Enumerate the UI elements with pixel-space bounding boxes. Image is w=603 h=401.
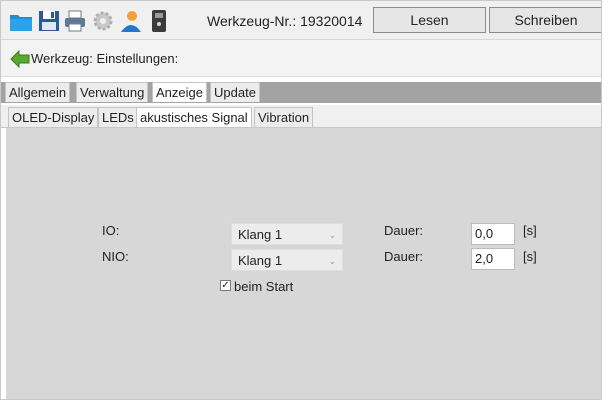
tab-vibration[interactable]: Vibration [254, 107, 314, 127]
app-window: Werkzeug-Nr.: 19320014 Lesen Schreiben W… [0, 0, 602, 400]
main-tab-bar: Allgemein Verwaltung Anzeige Update [1, 82, 601, 103]
start-checkbox-label: beim Start [234, 279, 294, 294]
toolbar: Werkzeug-Nr.: 19320014 Lesen Schreiben [1, 1, 601, 40]
sub-tab-bar: OLED-Display LEDs akustisches Signal Vib… [1, 105, 601, 128]
tab-oled-display[interactable]: OLED-Display [8, 107, 99, 127]
tab-anzeige[interactable]: Anzeige [152, 82, 207, 102]
io-duration-input[interactable]: 0,0 [471, 223, 515, 245]
io-duration-label: Dauer: [384, 223, 424, 238]
read-button[interactable]: Lesen [373, 7, 486, 33]
io-sound-value: Klang 1 [238, 227, 283, 242]
write-button[interactable]: Schreiben [489, 7, 601, 33]
device-icon[interactable] [147, 9, 171, 33]
arrow-left-icon[interactable] [10, 49, 30, 69]
nio-duration-label: Dauer: [384, 249, 424, 264]
folder-icon[interactable] [9, 9, 33, 33]
tab-verwaltung[interactable]: Verwaltung [76, 82, 149, 102]
user-icon[interactable] [119, 9, 143, 33]
chevron-down-icon: ⌄ [328, 230, 336, 240]
nio-sound-select[interactable]: Klang 1 ⌄ [231, 249, 343, 271]
section-header: Werkzeug: Einstellungen: [1, 40, 601, 77]
chevron-down-icon: ⌄ [328, 256, 336, 266]
nio-duration-input[interactable]: 2,0 [471, 248, 515, 270]
io-duration-unit: [s] [523, 223, 537, 238]
tool-number-label: Werkzeug-Nr.: 19320014 [207, 13, 363, 29]
nio-duration-unit: [s] [523, 249, 537, 264]
print-icon[interactable] [63, 9, 87, 33]
io-sound-select[interactable]: Klang 1 ⌄ [231, 223, 343, 245]
settings-gear-icon[interactable] [91, 9, 115, 33]
tab-allgemein[interactable]: Allgemein [5, 82, 71, 102]
signal-settings-panel: IO: Klang 1 ⌄ Dauer: 0,0 [s] NIO: Klang … [6, 128, 601, 399]
tab-leds[interactable]: LEDs [98, 107, 138, 127]
page-title: Werkzeug: Einstellungen: [31, 51, 179, 66]
io-label: IO: [102, 223, 120, 238]
save-icon[interactable] [37, 9, 61, 33]
tab-akustisches-signal[interactable]: akustisches Signal [136, 107, 252, 127]
start-checkbox[interactable]: ✓ [220, 280, 231, 291]
nio-sound-value: Klang 1 [238, 253, 283, 268]
nio-label: NIO: [102, 249, 129, 264]
tab-update[interactable]: Update [210, 82, 260, 102]
